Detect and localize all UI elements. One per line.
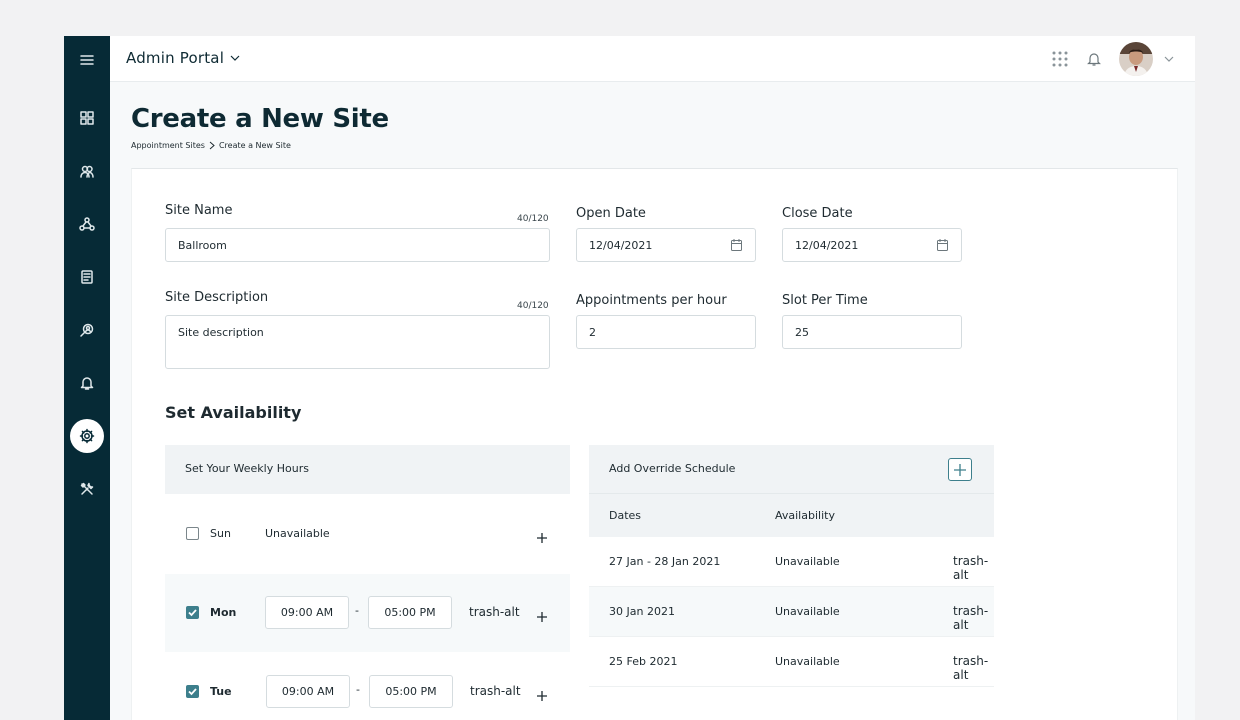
trash-icon[interactable]: trash-alt — [953, 554, 994, 582]
open-date-input[interactable]: 12/04/2021 — [576, 228, 756, 262]
plus-icon — [537, 612, 547, 622]
bell-icon[interactable] — [70, 366, 104, 400]
calendar-icon[interactable] — [731, 239, 742, 251]
start-time-input-mon[interactable]: 09:00 AM — [265, 596, 349, 629]
open-date-value: 12/04/2021 — [589, 238, 653, 252]
weekly-hours-title: Set Your Weekly Hours — [185, 462, 309, 475]
end-time-input-tue[interactable]: 05:00 PM — [369, 675, 453, 708]
set-availability-title: Set Availability — [165, 403, 302, 422]
table-row: 25 Feb 2021 Unavailable trash-alt — [589, 637, 994, 687]
portal-title[interactable]: Admin Portal — [126, 49, 224, 67]
trash-icon[interactable]: trash-alt — [953, 654, 994, 682]
table-row: 27 Jan - 28 Jan 2021 Unavailable trash-a… — [589, 537, 994, 587]
documents-icon[interactable] — [70, 260, 104, 294]
trash-icon[interactable]: trash-alt — [469, 605, 520, 619]
start-time-input-tue[interactable]: 09:00 AM — [266, 675, 350, 708]
main-content: Create a New Site Appointment Sites Crea… — [110, 82, 1195, 720]
day-checkbox-sun[interactable] — [186, 527, 199, 540]
plus-icon — [537, 691, 547, 701]
calendar-icon[interactable] — [937, 239, 948, 251]
add-hours-button-tue[interactable] — [537, 686, 547, 701]
end-time-input-mon[interactable]: 05:00 PM — [368, 596, 452, 629]
site-form: Site Name 40/120 Ballroom Open Date 12/0… — [131, 168, 1178, 720]
add-hours-button-mon[interactable] — [537, 607, 547, 622]
override-availability: Unavailable — [775, 605, 840, 618]
table-row: 30 Jan 2021 Unavailable trash-alt — [589, 587, 994, 637]
trash-icon[interactable]: trash-alt — [953, 604, 994, 632]
users-icon[interactable] — [70, 154, 104, 188]
menu-icon[interactable] — [70, 43, 104, 77]
breadcrumb-item-appointment-sites[interactable]: Appointment Sites — [131, 141, 205, 150]
day-row-mon: Mon 09:00 AM - 05:00 PM trash-alt — [165, 574, 570, 652]
day-label-sun: Sun — [210, 527, 231, 540]
chevron-down-icon[interactable] — [230, 54, 240, 62]
day-label-mon: Mon — [210, 606, 237, 619]
user-avatar[interactable] — [1119, 42, 1153, 76]
tools-icon[interactable] — [70, 472, 104, 506]
appointments-per-hour-input[interactable]: 2 — [576, 315, 756, 349]
site-description-label: Site Description — [165, 290, 269, 305]
weekly-hours-header: Set Your Weekly Hours — [165, 445, 570, 494]
network-icon[interactable] — [70, 207, 104, 241]
override-availability: Unavailable — [775, 555, 840, 568]
override-dates: 25 Feb 2021 — [609, 655, 678, 668]
column-header-dates: Dates — [609, 509, 642, 522]
site-description-counter: 40/120 — [517, 301, 549, 311]
breadcrumb: Appointment Sites Create a New Site — [131, 141, 291, 150]
app-window: Admin Portal Create a New Site Appointme… — [64, 36, 1195, 720]
override-schedule-title: Add Override Schedule — [609, 462, 736, 475]
slot-per-time-input[interactable]: 25 — [782, 315, 962, 349]
time-separator: - — [356, 683, 360, 696]
day-status-sun: Unavailable — [265, 527, 330, 540]
add-override-button[interactable] — [948, 458, 972, 481]
sidebar — [64, 36, 110, 720]
plus-icon — [537, 533, 547, 543]
apps-grid-icon[interactable] — [1052, 51, 1068, 67]
day-row-sun: Sun Unavailable — [165, 494, 570, 572]
chevron-down-icon[interactable] — [1164, 55, 1174, 63]
breadcrumb-item-current: Create a New Site — [218, 141, 291, 150]
site-name-counter: 40/120 — [517, 214, 549, 224]
override-dates: 30 Jan 2021 — [609, 605, 675, 618]
check-icon — [188, 688, 197, 696]
chevron-right-icon — [209, 141, 215, 150]
trash-icon[interactable]: trash-alt — [470, 684, 521, 698]
gear-icon[interactable] — [70, 419, 104, 453]
check-icon — [188, 609, 197, 617]
override-dates: 27 Jan - 28 Jan 2021 — [609, 555, 721, 568]
override-table-header: Dates Availability — [589, 494, 994, 537]
day-row-tue: Tue 09:00 AM - 05:00 PM trash-alt — [165, 653, 570, 720]
column-header-availability: Availability — [775, 509, 835, 522]
day-checkbox-mon[interactable] — [186, 606, 199, 619]
close-date-value: 12/04/2021 — [795, 238, 859, 252]
page-title: Create a New Site — [131, 104, 389, 134]
grid-icon[interactable] — [70, 101, 104, 135]
plus-icon — [954, 463, 966, 476]
time-separator: - — [355, 604, 359, 617]
open-date-label: Open Date — [576, 206, 646, 221]
close-date-label: Close Date — [782, 206, 853, 221]
add-hours-button-sun[interactable] — [537, 528, 547, 543]
site-name-input[interactable]: Ballroom — [165, 228, 550, 262]
search-user-icon[interactable] — [70, 313, 104, 347]
override-schedule-header: Add Override Schedule — [589, 445, 994, 494]
day-label-tue: Tue — [210, 685, 232, 698]
notification-bell-icon[interactable] — [1087, 51, 1101, 67]
top-bar: Admin Portal — [110, 36, 1195, 82]
day-checkbox-tue[interactable] — [186, 685, 199, 698]
override-availability: Unavailable — [775, 655, 840, 668]
close-date-input[interactable]: 12/04/2021 — [782, 228, 962, 262]
slot-per-time-label: Slot Per Time — [782, 293, 868, 308]
site-name-label: Site Name — [165, 203, 233, 218]
site-description-textarea[interactable]: Site description — [165, 315, 550, 369]
appointments-per-hour-label: Appointments per hour — [576, 293, 727, 308]
